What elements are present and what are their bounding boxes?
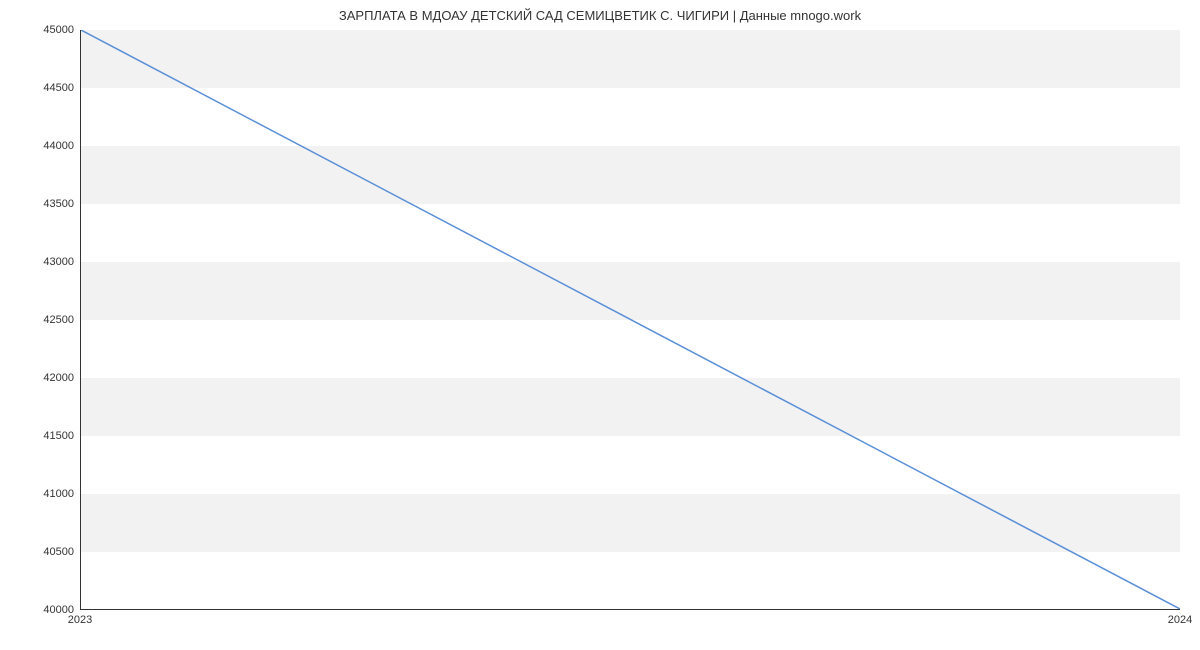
x-tick-label: 2023 (68, 614, 92, 626)
grid-band (81, 494, 1180, 552)
plot-area (80, 30, 1180, 610)
y-tick-label: 44500 (14, 82, 74, 94)
chart-container: ЗАРПЛАТА В МДОАУ ДЕТСКИЙ САД СЕМИЦВЕТИК … (0, 0, 1200, 650)
y-tick-label: 41500 (14, 430, 74, 442)
y-tick-label: 43000 (14, 256, 74, 268)
y-tick-label: 40500 (14, 546, 74, 558)
grid-band (81, 30, 1180, 88)
y-tick-label: 42000 (14, 372, 74, 384)
y-tick-label: 45000 (14, 24, 74, 36)
y-tick-label: 42500 (14, 314, 74, 326)
x-tick-label: 2024 (1168, 614, 1192, 626)
grid-band (81, 146, 1180, 204)
chart-title: ЗАРПЛАТА В МДОАУ ДЕТСКИЙ САД СЕМИЦВЕТИК … (0, 8, 1200, 23)
y-tick-label: 43500 (14, 198, 74, 210)
grid-band (81, 262, 1180, 320)
y-tick-label: 41000 (14, 488, 74, 500)
y-tick-label: 44000 (14, 140, 74, 152)
y-tick-label: 40000 (14, 604, 74, 616)
grid-band (81, 378, 1180, 436)
